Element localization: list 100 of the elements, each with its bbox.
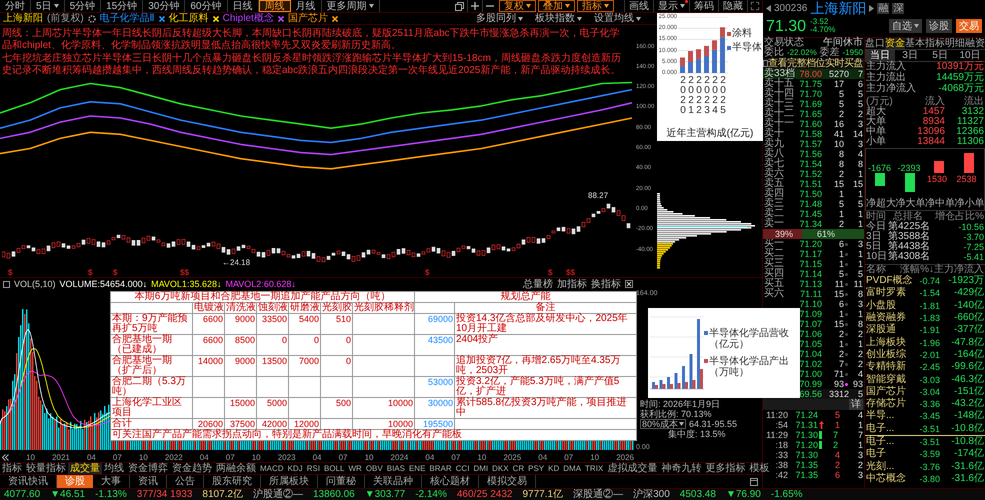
indicator-tab[interactable]: 资金趋势 xyxy=(170,463,214,474)
indicator-tab[interactable]: 指标 xyxy=(0,463,24,474)
period-tab[interactable]: 60分钟 xyxy=(185,0,228,12)
indicator-button[interactable]: 换指标 xyxy=(591,278,621,290)
period-tab[interactable]: 5日 xyxy=(31,0,65,12)
panel-tab[interactable]: 指标 xyxy=(925,38,945,49)
indicator-tab[interactable]: BIAS xyxy=(384,463,407,474)
period-tab[interactable]: 3日 xyxy=(895,50,925,61)
sector-row[interactable]: 电子 -3.59 -174亿 xyxy=(865,448,985,460)
sector-row[interactable]: 富时罗素 -1.54 -429亿 xyxy=(865,287,985,300)
next-button[interactable] xyxy=(869,4,874,12)
indicator-tab[interactable]: PSY xyxy=(526,463,546,474)
level-volume: 2 xyxy=(838,109,844,119)
period-tab[interactable]: 15分钟 xyxy=(101,0,144,12)
sector-row[interactable]: 专精特新 -2.45 -99.6亿 xyxy=(865,361,985,374)
sector-row[interactable]: 电子... -3.51 -10.8亿 xyxy=(865,422,985,435)
table-cell-text: 12366 xyxy=(955,127,984,137)
level-label: 卖二 xyxy=(764,209,785,219)
table-cell-text: 13096 xyxy=(916,127,945,137)
chart-tool-button[interactable]: 复权 xyxy=(499,0,536,12)
cost-dropdown[interactable]: 80%成本 xyxy=(640,419,686,429)
indicator-tab[interactable]: ENE xyxy=(406,463,428,474)
previous-button[interactable] xyxy=(766,4,771,12)
sector-row[interactable]: 半导... -3.45 -148亿 xyxy=(865,410,985,423)
copy-button[interactable] xyxy=(452,0,467,12)
overlay-tag[interactable]: 化工原料 xyxy=(168,13,209,24)
overlay-tag[interactable]: 电子化学品Ⅱ xyxy=(100,13,155,24)
sector-row[interactable]: 光刻... -3.76 -31.6亿 xyxy=(865,460,985,473)
indicator-tab[interactable]: KDJ xyxy=(286,463,305,474)
zoom-in-button[interactable] xyxy=(467,0,482,12)
indicator-tab[interactable]: 更多指标 xyxy=(703,463,748,474)
scroll-left-button[interactable] xyxy=(2,454,9,460)
period-tab[interactable]: 更多周期 xyxy=(322,0,380,12)
period-tab[interactable]: 5分钟 xyxy=(64,0,102,12)
sector-row[interactable]: 深股通 -1.91 -377亿 xyxy=(865,324,985,336)
indicator-tab[interactable]: BOLL xyxy=(322,463,346,474)
indicator-tab[interactable]: OBV xyxy=(364,463,385,474)
indicator-tab[interactable]: 神奇九转 xyxy=(659,463,704,474)
indicator-tab[interactable]: 成交量 xyxy=(68,463,102,474)
sector-row[interactable]: 小盘股 -1.81 -140亿 xyxy=(865,300,985,312)
sector-row[interactable]: 融资融券 -1.83 -660亿 xyxy=(865,312,985,324)
indicator-tab[interactable]: 较量指标 xyxy=(24,463,68,474)
level-price: 71.07 xyxy=(798,319,822,329)
overlay-tag[interactable]: 国产芯片 xyxy=(288,13,328,24)
panel-tab[interactable]: 盘口 xyxy=(865,38,885,49)
period-tab[interactable]: 5日 xyxy=(925,50,955,61)
indicator-tab[interactable]: CCI xyxy=(454,463,472,474)
sector-row[interactable]: 存储芯片 -3.36 -43.2亿 xyxy=(865,398,985,410)
indicator-tab[interactable]: 资金博弈 xyxy=(126,463,170,474)
sector-row[interactable]: 创业板综 -2.01 -164亿 xyxy=(865,348,985,362)
panel-tab[interactable]: 融资 xyxy=(965,38,985,49)
period-tab[interactable]: 分时 xyxy=(0,0,31,12)
table-cell: 6600 xyxy=(192,314,224,334)
level-count: 4 xyxy=(856,149,863,159)
indicator-tab[interactable]: DKX xyxy=(490,463,511,474)
period-tab[interactable]: 周线 xyxy=(258,0,290,12)
quote-action-button[interactable]: 诊股 xyxy=(926,19,952,33)
sector-row[interactable]: PVDF概念 -0.74 -1923万 xyxy=(865,275,985,288)
sector-row[interactable]: 电子... -3.51 -10.8亿 xyxy=(865,436,985,448)
details-button[interactable]: 详 xyxy=(849,399,863,410)
indicator-tab[interactable]: 两融余额 xyxy=(214,463,258,474)
sector-row[interactable]: 中芯概念 -3.80 -31.6亿 xyxy=(865,472,985,486)
side-tool-button[interactable]: 显示 xyxy=(653,0,689,12)
indicator-tab[interactable]: 模板 xyxy=(747,463,772,474)
chart-tool-button[interactable]: 叠加 xyxy=(538,0,575,12)
fullscreen-button[interactable] xyxy=(747,0,762,12)
sector-row[interactable]: 上海板块 -1.96 -47.8亿 xyxy=(865,336,985,349)
indicator-tab[interactable]: TRIX xyxy=(583,463,606,474)
side-tool-button[interactable]: 筹码 xyxy=(689,0,718,12)
indicator-tab[interactable]: WR xyxy=(346,463,364,474)
panel-tab[interactable]: 基本 xyxy=(905,38,925,49)
chart-tool-button[interactable]: 指标 xyxy=(577,0,614,12)
period-tab[interactable]: 当日 xyxy=(865,50,895,61)
overlay-tag[interactable]: Chiplet概念 xyxy=(222,13,274,24)
indicator-tab[interactable]: RSI xyxy=(304,463,322,474)
side-tool-button[interactable]: 隐藏 xyxy=(718,0,747,12)
indicator-button[interactable]: 加指标 xyxy=(557,278,587,290)
panel-tab[interactable]: 资金 xyxy=(885,38,905,49)
chart-option-button[interactable]: 多股同列 xyxy=(472,13,527,24)
indicator-button[interactable]: 总量榜 xyxy=(523,278,553,290)
quote-action-button[interactable]: 自选 xyxy=(889,19,922,33)
indicator-tab[interactable]: DMA xyxy=(561,463,584,474)
period-tab[interactable]: 月线 xyxy=(290,0,322,12)
field-label: 委比 xyxy=(764,48,784,58)
chart-option-button[interactable]: 设置均线 xyxy=(590,13,645,24)
panel-tab[interactable]: 明细 xyxy=(945,38,965,49)
zoom-out-button[interactable] xyxy=(482,0,497,12)
side-tool-button[interactable]: 画线 xyxy=(624,0,653,12)
indicator-tab[interactable]: 虚拟成交量 xyxy=(605,463,660,474)
period-tab[interactable]: 10日 xyxy=(955,50,985,61)
indicator-tab[interactable]: BRAR xyxy=(427,463,454,474)
indicator-tab[interactable]: 均线 xyxy=(102,463,126,474)
period-tab[interactable]: 30分钟 xyxy=(143,0,186,12)
indicator-tab[interactable]: MACD xyxy=(258,463,286,474)
indicator-tab[interactable]: CR xyxy=(510,463,526,474)
indicator-tab[interactable]: DMI xyxy=(471,463,490,474)
sector-row[interactable]: 国产芯片 -3.04 -151亿 xyxy=(865,386,985,398)
sector-row[interactable]: 智能穿戴 -3.03 -46.3亿 xyxy=(865,373,985,386)
chart-option-button[interactable]: 板块指数 xyxy=(531,13,586,24)
indicator-tab[interactable]: KD xyxy=(546,463,562,474)
